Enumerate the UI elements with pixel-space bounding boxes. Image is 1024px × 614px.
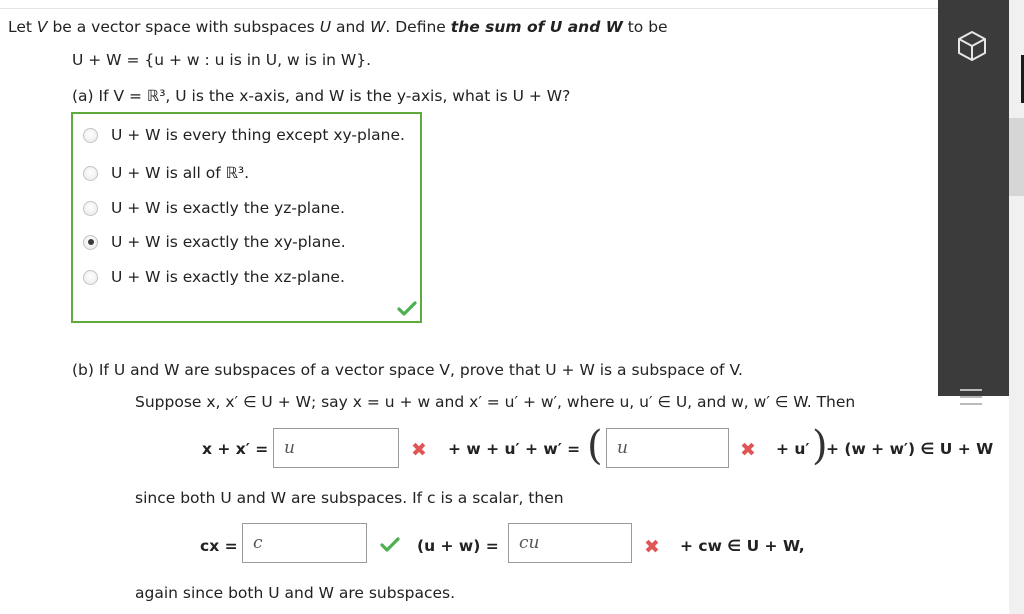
eq1-lhs: x + x′ = [202, 440, 269, 458]
x-mark-icon: ✖ [740, 439, 756, 461]
suppose-text: Suppose x, x′ ∈ U + W; say x = u + w and… [135, 393, 856, 411]
radio-button[interactable] [83, 269, 98, 285]
option-label: U + W is exactly the xy-plane. [111, 233, 346, 251]
intro-text: Let V be a vector space with subspaces U… [8, 18, 668, 36]
radio-button-selected[interactable] [83, 234, 98, 250]
since-text: since both U and W are subspaces. If c i… [135, 489, 564, 507]
option-4[interactable]: U + W is exactly the xy-plane. [83, 230, 346, 254]
eq2-mid: (u + w) = [417, 537, 499, 555]
eq2-input-2[interactable]: cu [508, 523, 632, 563]
option-label: U + W is exactly the xz-plane. [111, 268, 345, 286]
eq1-tail-u: + u′ [776, 440, 810, 458]
option-label: U + W is every thing except xy-plane. [111, 126, 405, 144]
radio-button[interactable] [83, 200, 98, 216]
part-b-question: (b) If U and W are subspaces of a vector… [72, 361, 743, 379]
scrollbar-thumb[interactable] [1009, 118, 1024, 196]
check-icon [397, 301, 417, 316]
scrollbar[interactable] [1009, 0, 1024, 614]
part-a-question: (a) If V = ℝ³, U is the x-axis, and W is… [72, 87, 571, 105]
check-icon [380, 537, 400, 552]
open-paren: ( [587, 423, 603, 469]
top-divider [0, 8, 938, 9]
eq2-tail: + cw ∈ U + W, [680, 537, 805, 555]
sum-definition: U + W = {u + w : u is in U, w is in W}. [72, 51, 372, 69]
cube-icon[interactable] [955, 29, 989, 63]
option-3[interactable]: U + W is exactly the yz-plane. [83, 196, 345, 220]
x-mark-icon: ✖ [644, 536, 660, 558]
again-text: again since both U and W are subspaces. [135, 584, 456, 602]
eq1-tail: + (w + w′) ∈ U + W [826, 440, 994, 458]
eq1-mid: + w + u′ + w′ = [448, 440, 581, 458]
option-2[interactable]: U + W is all of ℝ³. [83, 161, 249, 185]
option-1[interactable]: U + W is every thing except xy-plane. [83, 123, 405, 147]
option-label: U + W is exactly the yz-plane. [111, 199, 345, 217]
radio-button[interactable] [83, 127, 98, 143]
eq2-lhs: cx = [200, 537, 238, 555]
option-label: U + W is all of ℝ³. [111, 164, 250, 182]
radio-button[interactable] [83, 165, 98, 181]
option-5[interactable]: U + W is exactly the xz-plane. [83, 265, 345, 289]
answer-options-box: U + W is every thing except xy-plane. U … [71, 112, 422, 323]
x-mark-icon: ✖ [411, 439, 427, 461]
eq1-input[interactable]: u [273, 428, 399, 468]
eq1-input-2[interactable]: u [606, 428, 729, 468]
menu-icon[interactable] [960, 384, 982, 406]
eq2-input[interactable]: c [242, 523, 367, 563]
